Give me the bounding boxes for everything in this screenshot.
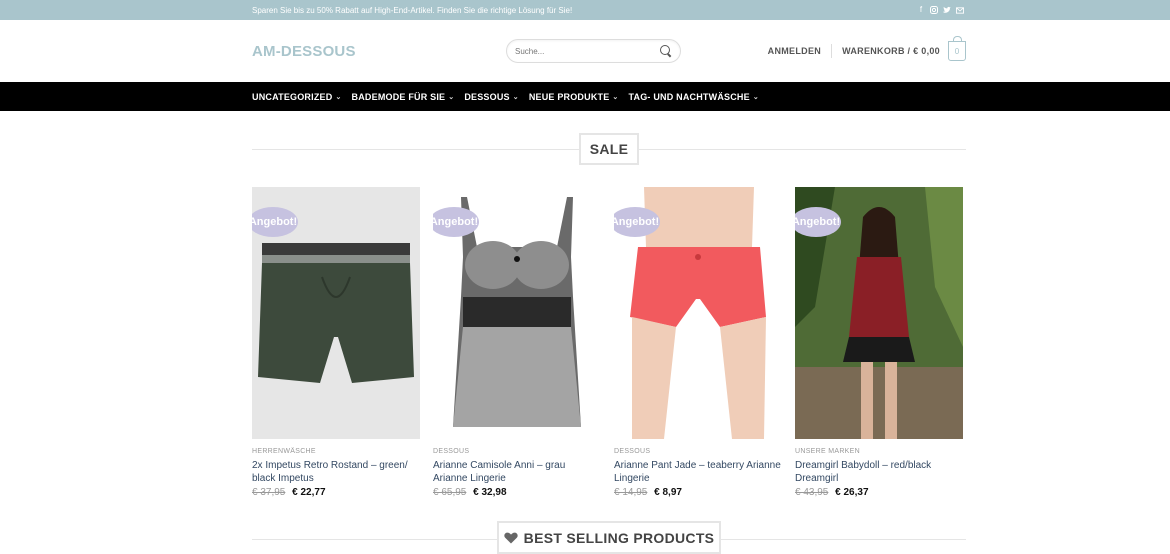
instagram-icon[interactable] bbox=[930, 6, 938, 14]
product-title[interactable]: Arianne Pant Jade – teaberry Arianne Lin… bbox=[614, 459, 782, 485]
old-price: € 65,95 bbox=[433, 487, 467, 498]
site-header: AM-DESSOUS ANMELDEN WARENKORB / € 0,00 0 bbox=[0, 20, 1170, 82]
cart-count: 0 bbox=[954, 46, 960, 56]
search-input[interactable] bbox=[515, 46, 660, 56]
search-icon[interactable] bbox=[660, 45, 672, 57]
heart-icon bbox=[504, 532, 518, 543]
product-category[interactable]: UNSERE MARKEN bbox=[795, 448, 963, 455]
product-grid: Angebot! HERRENWÄSCHE 2x Impetus Retro R… bbox=[252, 187, 963, 498]
old-price: € 43,95 bbox=[795, 487, 829, 498]
email-icon[interactable] bbox=[956, 6, 964, 14]
nav-item-dessous[interactable]: DESSOUS ⌄ bbox=[464, 92, 519, 102]
login-link[interactable]: ANMELDEN bbox=[768, 46, 821, 56]
product-image[interactable]: Angebot! bbox=[252, 187, 420, 439]
product-image[interactable]: Angebot! bbox=[614, 187, 782, 439]
product-price: € 14,95 € 8,97 bbox=[614, 487, 782, 498]
chevron-down-icon: ⌄ bbox=[512, 93, 519, 101]
chevron-down-icon: ⌄ bbox=[448, 93, 455, 101]
old-price: € 14,95 bbox=[614, 487, 648, 498]
cart-link[interactable]: WARENKORB / € 0,00 bbox=[842, 46, 940, 56]
search-box bbox=[506, 39, 681, 63]
site-logo[interactable]: AM-DESSOUS bbox=[252, 43, 356, 60]
sale-section-header: SALE bbox=[252, 133, 966, 165]
chevron-down-icon: ⌄ bbox=[612, 93, 619, 101]
product-title[interactable]: Dreamgirl Babydoll – red/black Dreamgirl bbox=[795, 459, 963, 485]
product-title[interactable]: Arianne Camisole Anni – grau Arianne Lin… bbox=[433, 459, 601, 485]
product-card[interactable]: Angebot! DESSOUS Arianne Camisole Anni –… bbox=[433, 187, 601, 498]
nav-item-label: TAG- UND NACHTWÄSCHE bbox=[628, 91, 750, 102]
product-card[interactable]: Angebot! HERRENWÄSCHE 2x Impetus Retro R… bbox=[252, 187, 420, 498]
product-category[interactable]: DESSOUS bbox=[614, 448, 782, 455]
nav-item-neue-produkte[interactable]: NEUE PRODUKTE ⌄ bbox=[529, 92, 619, 102]
section-title-box: BEST SELLING PRODUCTS bbox=[497, 521, 721, 554]
header-divider bbox=[831, 44, 833, 58]
nav-item-label: DESSOUS bbox=[464, 91, 510, 102]
chevron-down-icon: ⌄ bbox=[335, 93, 342, 101]
product-title[interactable]: 2x Impetus Retro Rostand – green/ black … bbox=[252, 459, 420, 485]
product-category[interactable]: HERRENWÄSCHE bbox=[252, 448, 420, 455]
top-bar: Sparen Sie bis zu 50% Rabatt auf High-En… bbox=[0, 0, 1170, 20]
product-card[interactable]: Angebot! DESSOUS Arianne Pant Jade – tea… bbox=[614, 187, 782, 498]
product-price: € 43,95 € 26,37 bbox=[795, 487, 963, 498]
main-nav: UNCATEGORIZED ⌄ BADEMODE FÜR SIE ⌄ DESSO… bbox=[0, 82, 1170, 111]
old-price: € 37,95 bbox=[252, 487, 286, 498]
product-image[interactable]: Angebot! bbox=[795, 187, 963, 439]
twitter-icon[interactable] bbox=[943, 6, 951, 14]
sale-price: € 22,77 bbox=[292, 487, 326, 498]
main-content: SALE Angebot! HERRENWÄSCHE 2x Impetus Re… bbox=[0, 111, 1170, 554]
section-title: SALE bbox=[579, 133, 639, 165]
promo-text: Sparen Sie bis zu 50% Rabatt auf High-En… bbox=[252, 5, 573, 15]
nav-item-label: BADEMODE FÜR SIE bbox=[351, 91, 446, 102]
chevron-down-icon: ⌄ bbox=[752, 93, 759, 101]
nav-item-nachtwaesche[interactable]: TAG- UND NACHTWÄSCHE ⌄ bbox=[629, 92, 759, 102]
sale-price: € 8,97 bbox=[654, 487, 682, 498]
sale-price: € 32,98 bbox=[473, 487, 507, 498]
facebook-icon[interactable]: f bbox=[917, 6, 925, 14]
nav-item-uncategorized[interactable]: UNCATEGORIZED ⌄ bbox=[252, 92, 342, 102]
best-selling-section-header: BEST SELLING PRODUCTS bbox=[252, 521, 966, 554]
sale-price: € 26,37 bbox=[835, 487, 869, 498]
header-account: ANMELDEN WARENKORB / € 0,00 0 bbox=[768, 20, 966, 82]
nav-item-bademode[interactable]: BADEMODE FÜR SIE ⌄ bbox=[352, 92, 455, 102]
social-links: f bbox=[917, 6, 964, 14]
product-price: € 37,95 € 22,77 bbox=[252, 487, 420, 498]
cart-bag-icon[interactable]: 0 bbox=[948, 36, 966, 61]
nav-item-label: UNCATEGORIZED bbox=[252, 91, 333, 102]
product-price: € 65,95 € 32,98 bbox=[433, 487, 601, 498]
product-category[interactable]: DESSOUS bbox=[433, 448, 601, 455]
nav-item-label: NEUE PRODUKTE bbox=[528, 91, 610, 102]
product-card[interactable]: Angebot! UNSERE MARKEN Dreamgirl Babydol… bbox=[795, 187, 963, 498]
section-title: BEST SELLING PRODUCTS bbox=[523, 529, 715, 546]
product-image[interactable]: Angebot! bbox=[433, 187, 601, 439]
